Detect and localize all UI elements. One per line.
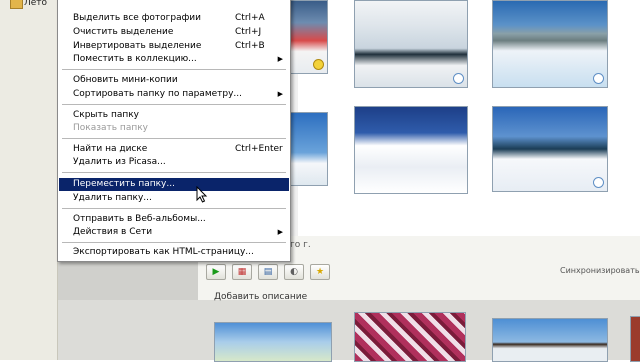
menu-item-shortcut: Ctrl+B [235,41,265,51]
photo-thumbnail[interactable] [630,316,640,362]
photo-thumbnail[interactable] [492,318,608,362]
menu-item-shortcut: Ctrl+Enter [235,144,283,154]
menu-item-online-actions[interactable]: Действия в Сети ▶ [59,226,289,239]
collage-button[interactable]: ▦ [232,264,252,280]
photo-thumbnail[interactable] [290,112,328,186]
menu-item-remove-from-picasa[interactable]: Удалить из Picasa... [59,156,289,169]
menu-item-label: Скрыть папку [73,110,139,120]
menu-item-select-all[interactable]: Выделить все фотографии Ctrl+A [59,12,289,25]
play-icon: ▶ [212,267,220,277]
menu-item-label: Действия в Сети [73,227,153,237]
menu-separator [62,69,286,70]
folder-context-menu: Выделить все фотографии Ctrl+A Очистить в… [57,0,291,262]
menu-item-upload-web-albums[interactable]: Отправить в Веб-альбомы... [59,213,289,226]
menu-item-label: Выделить все фотографии [73,13,201,23]
menu-separator [62,208,286,209]
menu-item-label: Найти на диске [73,144,148,154]
menu-item-label: Удалить папку... [73,193,152,203]
menu-separator [62,242,286,243]
photo-thumbnail[interactable] [354,106,468,194]
photo-thumbnail[interactable] [354,0,468,88]
sync-web-albums-label[interactable]: Синхронизировать с И [560,266,640,275]
menu-item-sort-folder[interactable]: Сортировать папку по параметру... ▶ [59,88,289,101]
menu-item-add-to-collection[interactable]: Поместить в коллекцию... ▶ [59,53,289,66]
mouse-cursor-icon [196,186,208,203]
menu-item-delete-folder[interactable]: Удалить папку... [59,192,289,205]
menu-item-shortcut: Ctrl+A [235,13,265,23]
menu-separator [62,138,286,139]
menu-item-label: Экспортировать как HTML-страницу... [73,247,254,257]
menu-item-label: Сортировать папку по параметру... [73,89,243,99]
sync-button[interactable]: ◐ [284,264,304,280]
menu-item-shortcut: Ctrl+J [235,27,262,37]
menu-item-label: Поместить в коллекцию... [73,54,197,64]
menu-separator [62,104,286,105]
menu-item-label: Очистить выделение [73,27,174,37]
submenu-arrow-icon: ▶ [277,90,283,98]
album-date: го г. [290,240,311,250]
menu-item-label: Инвертировать выделение [73,41,202,51]
sync-badge-icon [593,177,604,188]
add-description-link[interactable]: Добавить описание [214,292,307,302]
photo-thumbnail[interactable] [290,0,328,74]
submenu-arrow-icon: ▶ [277,228,283,236]
submenu-arrow-icon: ▶ [277,55,283,63]
menu-item-locate-on-disk[interactable]: Найти на диске Ctrl+Enter [59,143,289,156]
sync-badge-icon [453,73,464,84]
sync-badge-icon [593,73,604,84]
menu-item-hide-folder[interactable]: Скрыть папку [59,109,289,122]
menu-item-show-folder: Показать папку [59,122,289,135]
export-button[interactable]: ▤ [258,264,278,280]
menu-item-label: Переместить папку... [73,179,175,189]
folder-icon [10,0,23,9]
folder-list-pane [0,0,58,360]
star-button[interactable]: ★ [310,264,330,280]
menu-item-clear-selection[interactable]: Очистить выделение Ctrl+J [59,26,289,39]
photo-thumbnail[interactable] [492,106,608,192]
slideshow-icon: ▦ [237,267,247,277]
star-badge-icon [313,59,324,70]
star-icon: ★ [315,267,325,277]
play-slideshow-button[interactable]: ▶ [206,264,226,280]
menu-item-label: Обновить мини-копии [73,75,178,85]
menu-item-export-html[interactable]: Экспортировать как HTML-страницу... [59,246,289,259]
photo-thumbnail[interactable] [214,322,332,362]
menu-item-move-folder[interactable]: Переместить папку... [59,178,289,191]
sync-icon: ◐ [290,267,298,277]
menu-item-refresh-thumbnails[interactable]: Обновить мини-копии [59,74,289,87]
menu-item-invert-selection[interactable]: Инвертировать выделение Ctrl+B [59,40,289,53]
folder-label[interactable]: Лето [24,0,47,8]
menu-separator [62,172,286,173]
photo-thumbnail[interactable] [354,312,466,362]
photo-thumbnail[interactable] [492,0,608,88]
menu-item-label: Отправить в Веб-альбомы... [73,214,206,224]
export-icon: ▤ [263,267,273,277]
menu-item-label: Удалить из Picasa... [73,157,166,167]
menu-item-label: Показать папку [73,123,148,133]
